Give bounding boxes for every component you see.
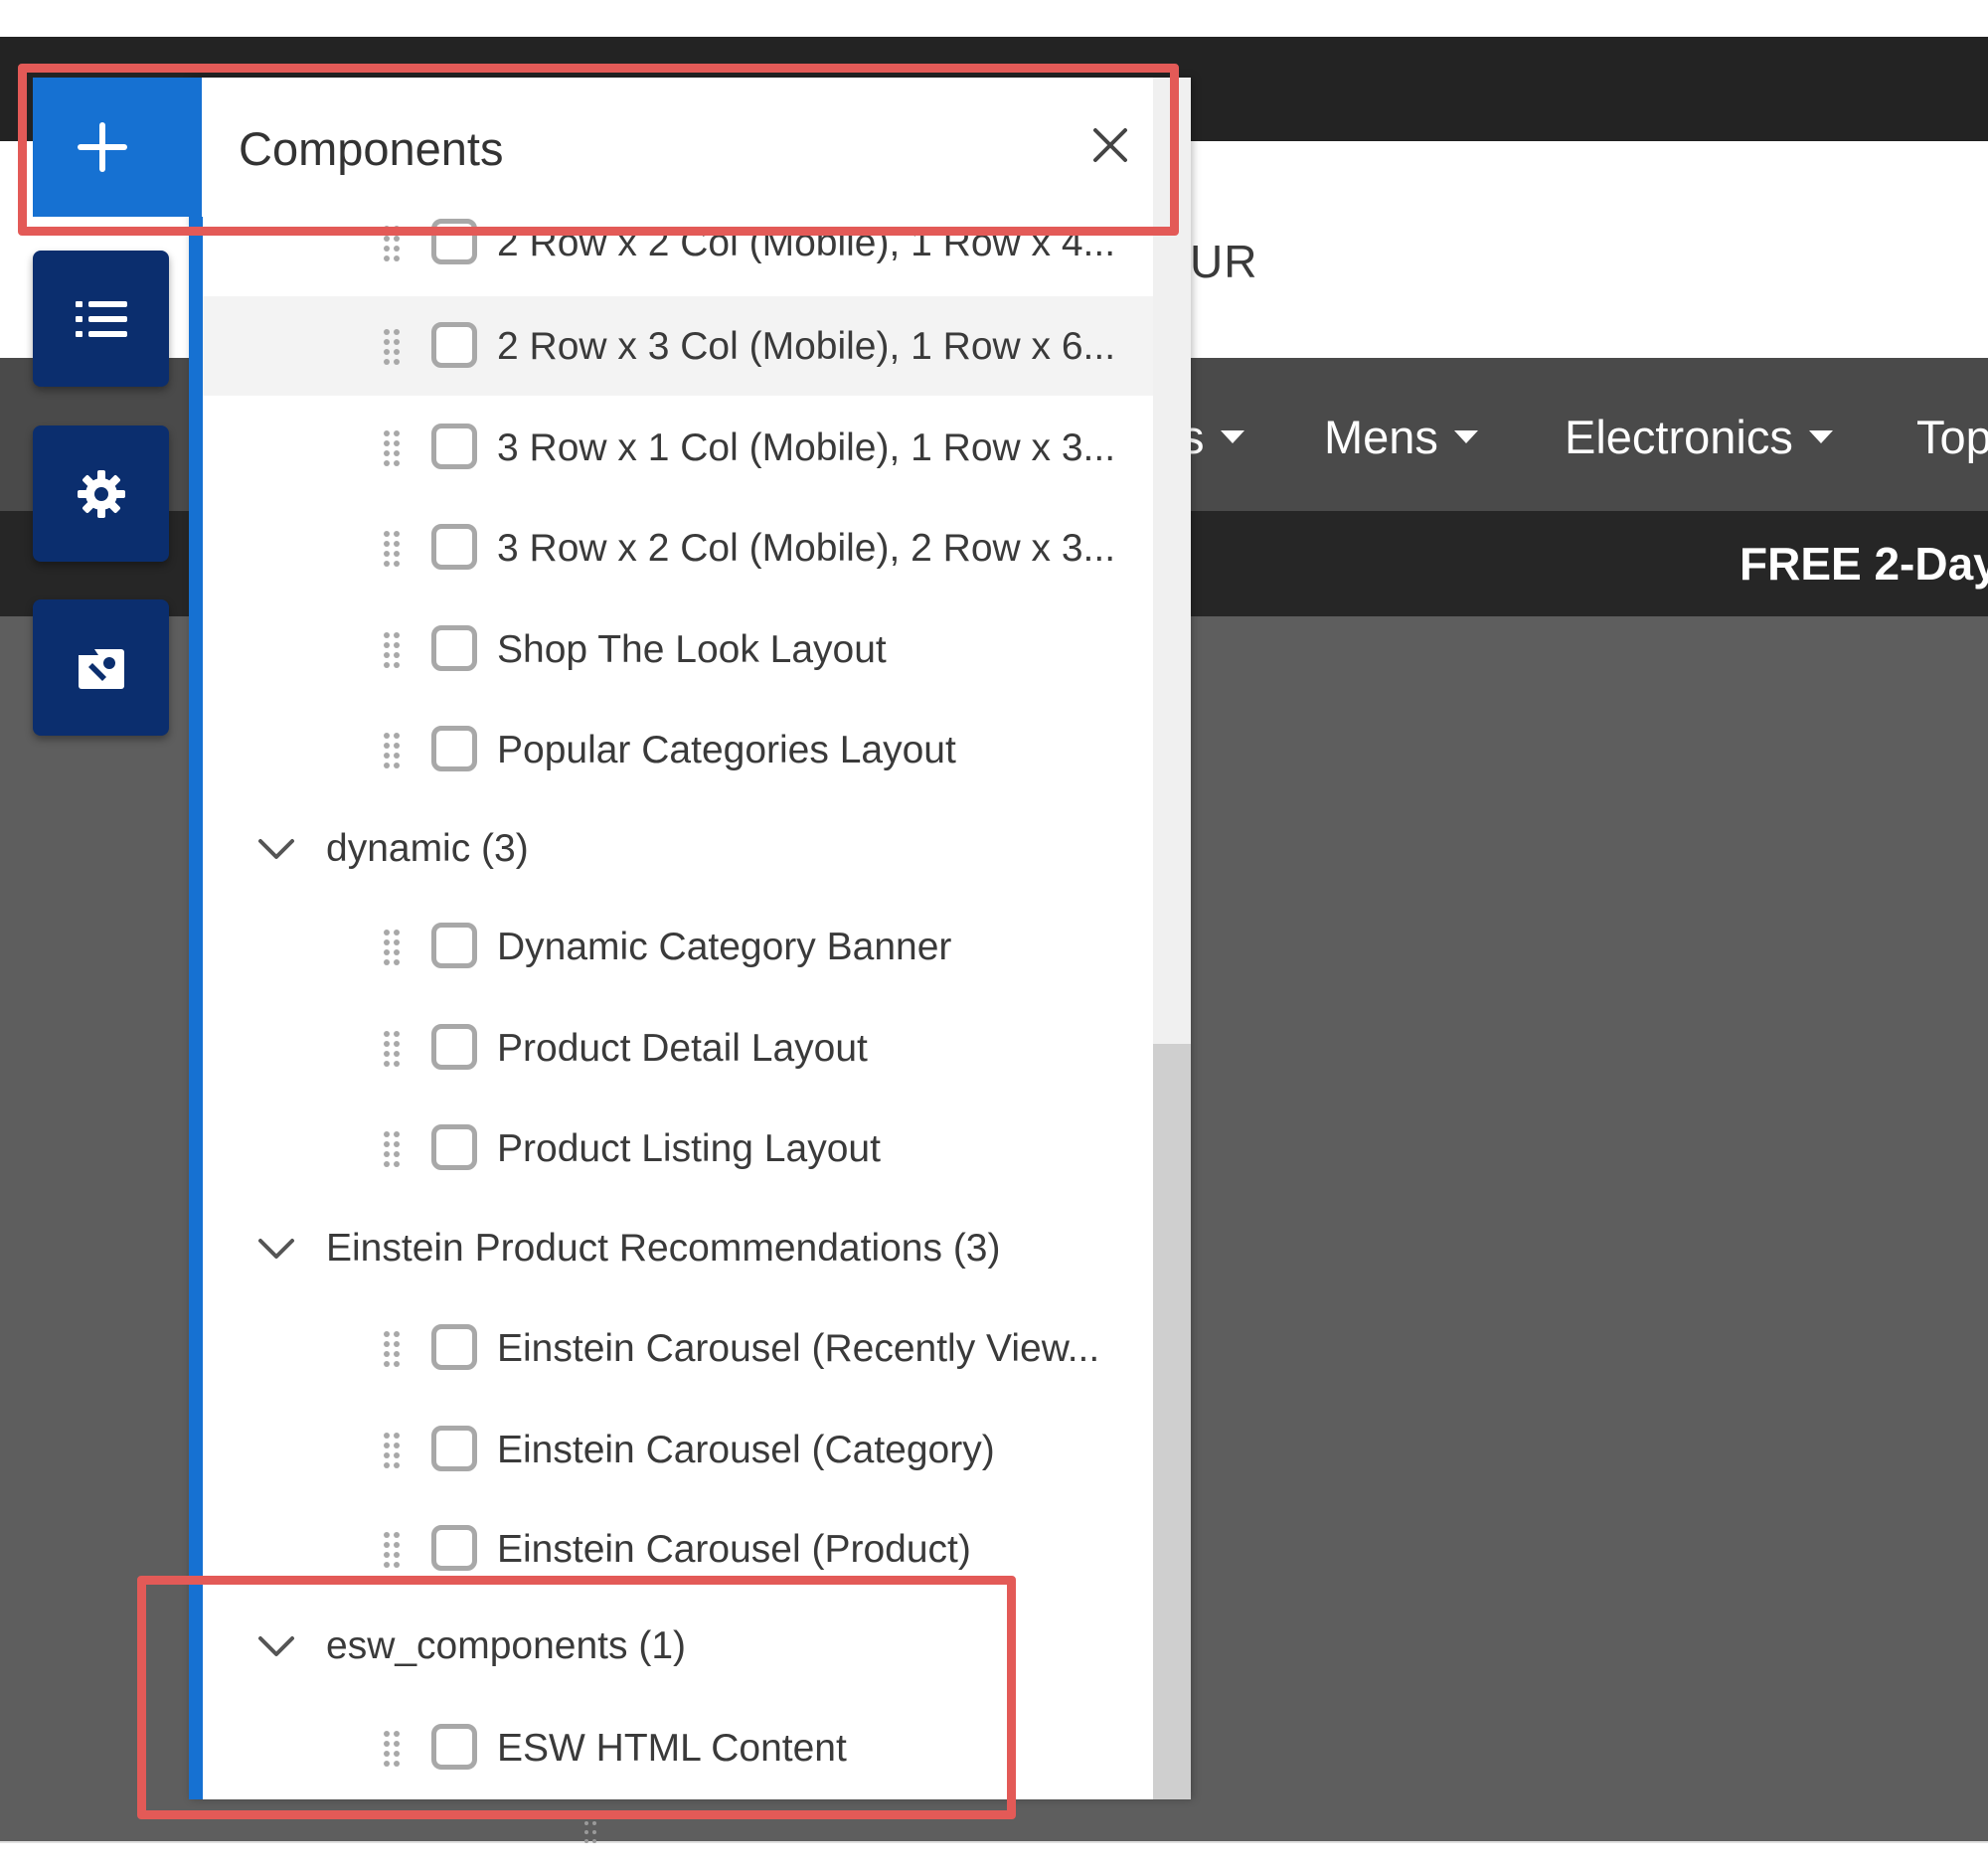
- group-header-esw-components[interactable]: esw_components (1): [203, 1599, 1153, 1694]
- component-item[interactable]: Einstein Carousel (Product): [203, 1499, 1153, 1599]
- drag-handle-icon[interactable]: [382, 927, 402, 966]
- component-checkbox[interactable]: [431, 1724, 477, 1770]
- component-label: ESW HTML Content: [497, 1727, 847, 1770]
- component-checkbox[interactable]: [431, 923, 477, 968]
- drag-handle-icon[interactable]: [382, 1430, 402, 1469]
- component-checkbox[interactable]: [431, 1324, 477, 1370]
- component-item-esw-html-content[interactable]: ESW HTML Content: [203, 1698, 1153, 1797]
- component-item[interactable]: Product Detail Layout: [203, 998, 1153, 1098]
- nav-item-label: Mens: [1324, 411, 1438, 463]
- component-checkbox[interactable]: [431, 322, 477, 368]
- settings-button[interactable]: [33, 425, 169, 562]
- group-label: esw_components (1): [326, 1624, 687, 1667]
- group-header-dynamic[interactable]: dynamic (3): [203, 801, 1153, 897]
- component-checkbox[interactable]: [431, 524, 477, 570]
- add-components-button[interactable]: [33, 78, 202, 217]
- nav-item-label: Top: [1916, 411, 1988, 463]
- page-tools-button[interactable]: [33, 599, 169, 736]
- component-label: 3 Row x 2 Col (Mobile), 2 Row x 3...: [497, 527, 1116, 570]
- drag-handle-icon[interactable]: [382, 528, 402, 568]
- close-button[interactable]: [1088, 123, 1132, 167]
- components-panel: Components 2 Row x 2 Col (Mobile), 1 Row…: [189, 78, 1191, 1799]
- components-list: 2 Row x 2 Col (Mobile), 1 Row x 4... 2 R…: [189, 217, 1153, 1799]
- drag-handle-icon[interactable]: [382, 629, 402, 669]
- component-label: Product Listing Layout: [497, 1127, 881, 1170]
- close-icon: [1093, 128, 1127, 162]
- component-label: 2 Row x 2 Col (Mobile), 1 Row x 4...: [497, 222, 1116, 264]
- component-item[interactable]: Popular Categories Layout: [203, 700, 1153, 799]
- gear-icon: [77, 469, 125, 518]
- nav-item-electronics[interactable]: Electronics: [1565, 410, 1833, 464]
- panel-accent-bar: [189, 217, 203, 1799]
- component-item[interactable]: 3 Row x 1 Col (Mobile), 1 Row x 3...: [203, 398, 1153, 497]
- chevron-down-icon: [254, 827, 298, 871]
- component-label: 2 Row x 3 Col (Mobile), 1 Row x 6...: [497, 325, 1116, 368]
- drag-handle-icon[interactable]: [382, 427, 402, 467]
- caret-down-icon: [1453, 430, 1478, 443]
- component-label: Dynamic Category Banner: [497, 926, 952, 968]
- list-icon: [75, 300, 127, 337]
- component-item[interactable]: Dynamic Category Banner: [203, 897, 1153, 996]
- component-checkbox[interactable]: [431, 1124, 477, 1170]
- component-item[interactable]: 3 Row x 2 Col (Mobile), 2 Row x 3...: [203, 498, 1153, 597]
- page-bottom-strip: [0, 1841, 1988, 1869]
- component-checkbox[interactable]: [431, 1024, 477, 1070]
- component-label: Einstein Carousel (Recently View...: [497, 1327, 1100, 1370]
- store-logo-fragment: UR: [1190, 236, 1258, 287]
- component-label: Popular Categories Layout: [497, 729, 956, 771]
- component-checkbox[interactable]: [431, 1426, 477, 1471]
- chevron-down-icon: [254, 1624, 298, 1668]
- drag-handle-icon[interactable]: [382, 1128, 402, 1168]
- component-checkbox[interactable]: [431, 424, 477, 469]
- group-header-einstein[interactable]: Einstein Product Recommendations (3): [203, 1201, 1153, 1296]
- component-label: 3 Row x 1 Col (Mobile), 1 Row x 3...: [497, 426, 1116, 469]
- resize-handle-icon[interactable]: [582, 1817, 598, 1849]
- drag-handle-icon[interactable]: [382, 223, 402, 262]
- drag-handle-icon[interactable]: [382, 326, 402, 366]
- component-checkbox[interactable]: [431, 219, 477, 264]
- group-label: Einstein Product Recommendations (3): [326, 1227, 1001, 1270]
- promo-text: FREE 2-Day: [1740, 538, 1988, 590]
- component-item[interactable]: Einstein Carousel (Recently View...: [203, 1298, 1153, 1398]
- panel-header: Components: [189, 78, 1191, 217]
- drag-handle-icon[interactable]: [382, 1328, 402, 1368]
- nav-item-label: Electronics: [1565, 411, 1793, 463]
- component-item[interactable]: 2 Row x 2 Col (Mobile), 1 Row x 4...: [203, 217, 1153, 292]
- component-label: Shop The Look Layout: [497, 628, 887, 671]
- drag-handle-icon[interactable]: [382, 1728, 402, 1768]
- drag-handle-icon[interactable]: [382, 730, 402, 769]
- component-item[interactable]: Product Listing Layout: [203, 1099, 1153, 1198]
- panel-scrollbar-thumb[interactable]: [1153, 1044, 1191, 1799]
- component-label: Einstein Carousel (Product): [497, 1528, 971, 1571]
- caret-down-icon: [1808, 430, 1833, 443]
- nav-item-mens[interactable]: Mens: [1324, 410, 1478, 464]
- component-item[interactable]: Einstein Carousel (Category): [203, 1400, 1153, 1499]
- chevron-down-icon: [254, 1227, 298, 1271]
- component-checkbox[interactable]: [431, 726, 477, 771]
- panel-title: Components: [239, 122, 504, 175]
- drag-handle-icon[interactable]: [382, 1028, 402, 1068]
- list-view-button[interactable]: [33, 251, 169, 387]
- component-label: Product Detail Layout: [497, 1027, 868, 1070]
- nav-item-top[interactable]: Top: [1916, 410, 1988, 464]
- component-checkbox[interactable]: [431, 625, 477, 671]
- drag-handle-icon[interactable]: [382, 1529, 402, 1569]
- group-label: dynamic (3): [326, 827, 529, 870]
- page-tools-icon: [78, 648, 124, 689]
- component-label: Einstein Carousel (Category): [497, 1429, 995, 1471]
- component-item[interactable]: 2 Row x 3 Col (Mobile), 1 Row x 6...: [203, 296, 1153, 396]
- caret-down-icon: [1220, 430, 1244, 443]
- component-checkbox[interactable]: [431, 1525, 477, 1571]
- plus-icon: [78, 122, 127, 172]
- component-item[interactable]: Shop The Look Layout: [203, 599, 1153, 699]
